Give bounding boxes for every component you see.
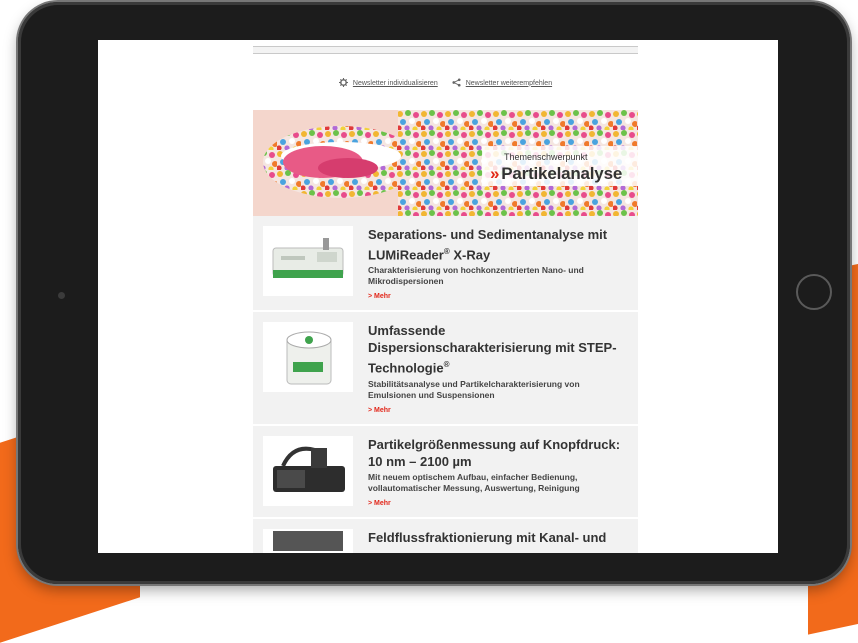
lumireader-image bbox=[263, 226, 353, 296]
tablet-frame: Newsletter individualisieren Newsletter … bbox=[18, 2, 850, 584]
article-title[interactable]: Umfassende Dispersionscharakterisierung … bbox=[368, 322, 628, 376]
fractionation-image bbox=[263, 528, 353, 553]
gear-icon bbox=[338, 77, 348, 89]
more-link[interactable]: > Mehr bbox=[368, 500, 628, 507]
chevron-icon: » bbox=[490, 164, 500, 183]
article-title[interactable]: Feldflussfraktionierung mit Kanal- und bbox=[368, 529, 628, 546]
banner-subtitle: Themenschwerpunkt bbox=[504, 152, 588, 162]
banner-title-text: Partikelanalyse bbox=[501, 164, 623, 183]
top-divider bbox=[253, 46, 638, 54]
list-item[interactable]: Feldflussfraktionierung mit Kanal- und bbox=[253, 519, 638, 553]
more-link[interactable]: > Mehr bbox=[368, 293, 628, 300]
article-title[interactable]: Partikelgrößenmessung auf Knopfdruck: 10… bbox=[368, 436, 628, 470]
list-item[interactable]: Partikelgrößenmessung auf Knopfdruck: 10… bbox=[253, 426, 638, 519]
home-button[interactable] bbox=[796, 274, 832, 310]
tablet-screen: Newsletter individualisieren Newsletter … bbox=[98, 40, 778, 553]
centrifuge-image bbox=[263, 322, 353, 393]
topic-banner[interactable]: Themenschwerpunkt » Partikelanalyse bbox=[253, 110, 638, 216]
newsletter-content: Newsletter individualisieren Newsletter … bbox=[253, 40, 638, 553]
list-item[interactable]: Umfassende Dispersionscharakterisierung … bbox=[253, 312, 638, 426]
article-list: Separations- und Sedimentanalyse mit LUM… bbox=[253, 216, 638, 553]
customize-newsletter-label: Newsletter individualisieren bbox=[352, 79, 438, 87]
camera-icon bbox=[58, 292, 65, 299]
article-title[interactable]: Separations- und Sedimentanalyse mit LUM… bbox=[368, 226, 628, 263]
article-description: Stabilitätsanalyse und Partikelcharakter… bbox=[368, 378, 580, 400]
newsletter-toolbar: Newsletter individualisieren Newsletter … bbox=[253, 76, 638, 90]
share-newsletter-link[interactable]: Newsletter weiterempfehlen bbox=[452, 77, 553, 89]
article-description: Charakterisierung von hochkonzentrierten… bbox=[368, 265, 584, 287]
particle-sizer-image bbox=[263, 435, 353, 506]
share-icon bbox=[452, 77, 461, 89]
list-item[interactable]: Separations- und Sedimentanalyse mit LUM… bbox=[253, 216, 638, 313]
more-link[interactable]: > Mehr bbox=[368, 407, 628, 414]
banner-label-box: Themenschwerpunkt » Partikelanalyse bbox=[482, 146, 638, 186]
share-newsletter-label: Newsletter weiterempfehlen bbox=[465, 79, 553, 87]
article-description: Mit neuem optischem Aufbau, einfacher Be… bbox=[368, 471, 580, 493]
banner-title: » Partikelanalyse bbox=[490, 164, 622, 184]
customize-newsletter-link[interactable]: Newsletter individualisieren bbox=[338, 77, 438, 89]
